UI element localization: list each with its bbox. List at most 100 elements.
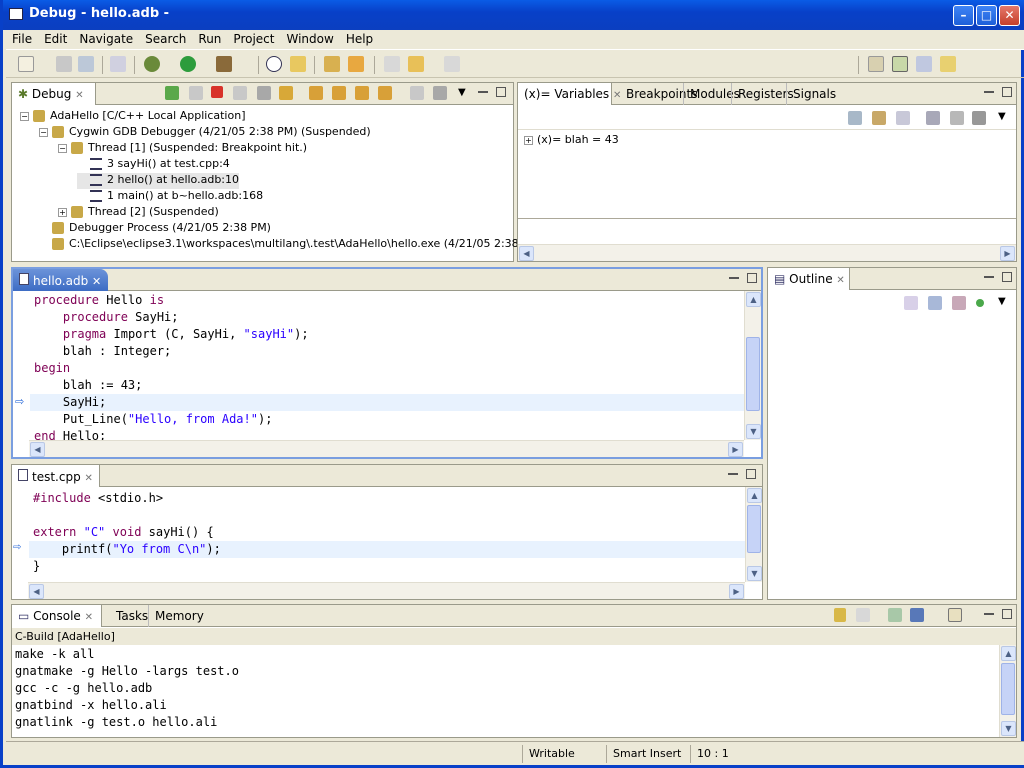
scroll-thumb[interactable] <box>746 337 760 411</box>
scroll-lock-icon[interactable] <box>834 608 846 622</box>
view-menu-icon[interactable]: ▼ <box>458 87 466 98</box>
debug-tree-item[interactable]: 1 main() at b~hello.adb:168 <box>77 189 263 205</box>
maximize-view-icon[interactable] <box>496 87 506 97</box>
resume-icon[interactable] <box>165 86 179 100</box>
suspend-icon[interactable] <box>189 86 203 100</box>
step-into-icon[interactable] <box>309 86 323 100</box>
use-step-filters-icon[interactable] <box>433 86 447 100</box>
expand-icon[interactable]: − <box>39 127 48 137</box>
horizontal-scrollbar[interactable]: ◀ ▶ <box>28 582 745 599</box>
show-logical-structure-icon[interactable] <box>872 111 886 125</box>
debug-tree-item[interactable]: 3 sayHi() at test.cpp:4 <box>77 157 230 173</box>
vertical-scrollbar[interactable]: ▲ ▼ <box>745 487 762 582</box>
tab-console[interactable]: ▭ Console ✕ <box>12 605 102 627</box>
show-type-names-icon[interactable] <box>848 111 862 125</box>
back-icon[interactable] <box>408 56 424 72</box>
console-output[interactable]: make -k all gnatmake -g Hello -largs test… <box>15 646 998 737</box>
minimize-view-icon[interactable] <box>984 612 994 615</box>
close-tab-icon[interactable]: ✕ <box>75 90 83 101</box>
remove-terminated-icon[interactable] <box>257 86 271 100</box>
menu-help[interactable]: Help <box>340 30 379 48</box>
expand-icon[interactable]: + <box>524 136 533 145</box>
display-console-icon[interactable] <box>910 608 924 622</box>
expand-icon[interactable]: − <box>20 111 29 121</box>
maximize-button[interactable]: □ <box>976 5 997 26</box>
hide-non-public-icon[interactable] <box>976 299 984 307</box>
open-perspective-icon[interactable] <box>868 56 884 72</box>
forward-icon[interactable] <box>444 56 460 72</box>
add-global-icon[interactable] <box>926 111 940 125</box>
pin-console-icon[interactable] <box>888 608 902 622</box>
variable-row[interactable]: + (x)= blah = 43 <box>524 133 619 149</box>
debug-perspective-icon[interactable] <box>892 56 908 72</box>
view-menu-icon[interactable]: ▼ <box>998 296 1006 307</box>
run-icon[interactable] <box>180 56 196 72</box>
view-menu-icon[interactable]: ▼ <box>998 111 1006 122</box>
tab-variables[interactable]: (x)= Variables ✕ <box>518 83 621 105</box>
print-icon[interactable] <box>78 56 94 72</box>
debug-tree-item[interactable]: + Thread [2] (Suspended) <box>58 205 219 221</box>
horizontal-scrollbar[interactable]: ◀ ▶ <box>29 440 744 457</box>
cpp-perspective-icon[interactable] <box>916 56 932 72</box>
minimize-view-icon[interactable] <box>729 276 739 279</box>
restart-icon[interactable] <box>279 86 293 100</box>
debug-tree-item[interactable]: − Thread [1] (Suspended: Breakpoint hit.) <box>58 141 307 157</box>
minimize-view-icon[interactable] <box>984 90 994 93</box>
debug-tree-item[interactable]: − AdaHello [C/C++ Local Application] <box>20 109 245 125</box>
maximize-view-icon[interactable] <box>1002 87 1012 97</box>
detail-pane[interactable] <box>518 218 1016 244</box>
tab-memory[interactable]: Memory <box>148 605 210 627</box>
menu-search[interactable]: Search <box>139 30 192 48</box>
remove-global-icon[interactable] <box>950 111 964 125</box>
sort-icon[interactable] <box>904 296 918 310</box>
code-area[interactable]: #include <stdio.h> extern "C" void sayHi… <box>29 490 745 582</box>
save-icon[interactable] <box>56 56 72 72</box>
terminate-icon[interactable] <box>211 86 223 98</box>
external-tools-icon[interactable] <box>216 56 232 72</box>
debug-icon[interactable] <box>144 56 160 72</box>
instruction-step-icon[interactable] <box>410 86 424 100</box>
new-icon[interactable] <box>18 56 34 72</box>
maximize-view-icon[interactable] <box>1002 272 1012 282</box>
hide-static-icon[interactable] <box>952 296 966 310</box>
tab-outline[interactable]: ▤ Outline ✕ <box>768 268 850 290</box>
close-tab-icon[interactable]: ✕ <box>92 275 101 288</box>
tab-debug[interactable]: ✱ Debug ✕ <box>12 83 96 105</box>
open-type-icon[interactable] <box>324 56 340 72</box>
build-icon[interactable] <box>110 56 126 72</box>
hide-fields-icon[interactable] <box>928 296 942 310</box>
disconnect-icon[interactable] <box>233 86 247 100</box>
minimize-view-icon[interactable] <box>984 275 994 278</box>
open-console-icon[interactable] <box>948 608 962 622</box>
remove-all-globals-icon[interactable] <box>972 111 986 125</box>
search-icon[interactable] <box>348 56 364 72</box>
step-over-icon[interactable] <box>332 86 346 100</box>
debug-tree-item[interactable]: C:\Eclipse\eclipse3.1\workspaces\multila… <box>39 237 543 253</box>
debug-tree-item[interactable]: 2 hello() at hello.adb:10 <box>77 173 239 189</box>
menu-project[interactable]: Project <box>227 30 280 48</box>
expand-icon[interactable]: − <box>58 143 67 153</box>
scroll-thumb[interactable] <box>747 505 761 553</box>
menu-window[interactable]: Window <box>280 30 339 48</box>
code-area[interactable]: procedure Hello is procedure SayHi; prag… <box>30 292 744 440</box>
collapse-all-icon[interactable] <box>896 111 910 125</box>
maximize-view-icon[interactable] <box>747 273 757 283</box>
vertical-scrollbar[interactable]: ▲ ▼ <box>999 645 1016 737</box>
vertical-scrollbar[interactable]: ▲ ▼ <box>744 291 761 440</box>
close-tab-icon[interactable]: ✕ <box>85 473 93 484</box>
close-button[interactable]: ✕ <box>999 5 1020 26</box>
menu-run[interactable]: Run <box>192 30 227 48</box>
horizontal-scrollbar[interactable]: ◀ ▶ <box>518 244 1016 261</box>
tab-test-cpp[interactable]: test.cpp ✕ <box>12 465 100 487</box>
expand-icon[interactable]: + <box>58 207 67 217</box>
step-return-icon[interactable] <box>355 86 369 100</box>
menu-file[interactable]: File <box>6 30 38 48</box>
maximize-view-icon[interactable] <box>1002 609 1012 619</box>
minimize-view-icon[interactable] <box>728 472 738 475</box>
clear-console-icon[interactable] <box>856 608 870 622</box>
close-tab-icon[interactable]: ✕ <box>85 612 93 623</box>
cheatsheet-icon[interactable] <box>290 56 306 72</box>
resource-perspective-icon[interactable] <box>940 56 956 72</box>
menu-navigate[interactable]: Navigate <box>73 30 139 48</box>
tab-signals[interactable]: Signals <box>786 83 842 105</box>
